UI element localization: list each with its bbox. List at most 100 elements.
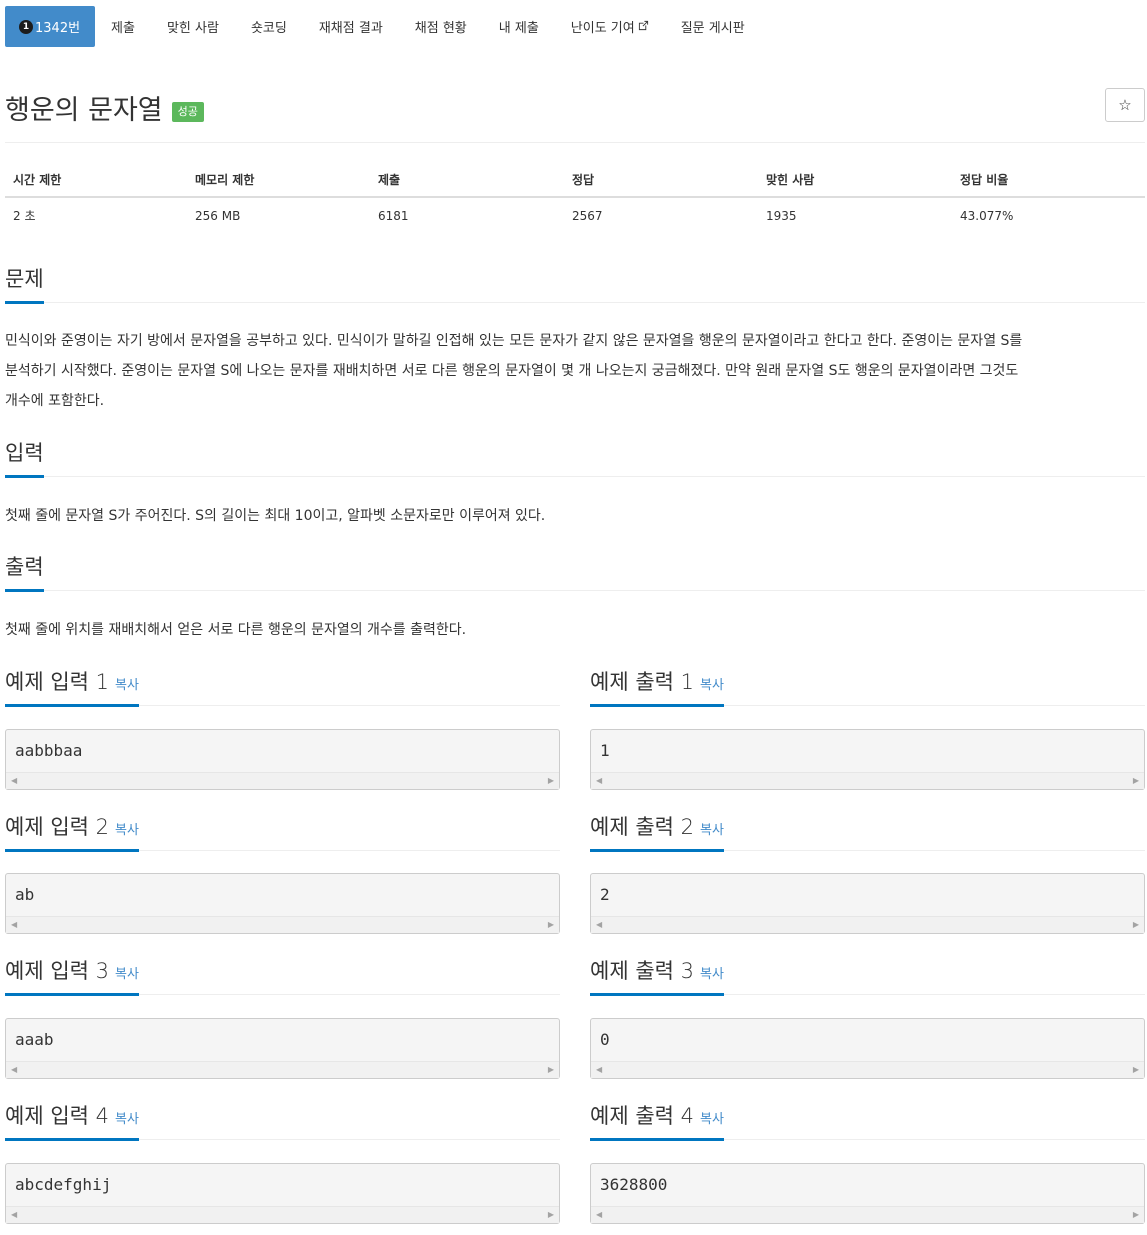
sample-output-box[interactable]: 2 ◀ ▶ (590, 873, 1145, 934)
problem-title: 행운의 문자열 (5, 95, 163, 126)
external-link-icon (638, 20, 649, 34)
sample-input-box[interactable]: ab ◀ ▶ (5, 873, 560, 934)
favorite-button[interactable]: ☆ (1105, 88, 1145, 122)
scroll-left-icon[interactable]: ◀ (596, 776, 602, 785)
horizontal-scrollbar[interactable]: ◀ ▶ (591, 1061, 1144, 1078)
tier-badge-icon: 1 (19, 19, 33, 34)
scroll-left-icon[interactable]: ◀ (596, 1210, 602, 1219)
description-line: 분석하기 시작했다. 준영이는 문자열 S에 나오는 문자를 재배치하면 서로 … (5, 363, 1019, 379)
page-title: 행운의 문자열 성공 (5, 88, 204, 127)
sample-output-title-text: 예제 출력 1 (590, 670, 694, 694)
info-value-row: 2 초 256 MB 6181 2567 1935 43.077% (5, 197, 1145, 233)
sample-output-value: 3628800 (600, 1175, 668, 1194)
tab-problem-label: 1342번 (35, 21, 81, 36)
sample-input-title: 예제 입력 4 복사 (5, 1100, 139, 1141)
input-heading: 입력 (5, 437, 1145, 478)
scroll-right-icon[interactable]: ▶ (548, 920, 554, 929)
title-divider (5, 142, 1145, 143)
tab-difficulty[interactable]: 난이도 기여 (555, 6, 665, 47)
output-title: 출력 (5, 551, 44, 592)
info-header-memory: 메모리 제한 (187, 162, 370, 198)
copy-button[interactable]: 복사 (700, 1112, 724, 1127)
copy-button[interactable]: 복사 (700, 967, 724, 982)
scroll-left-icon[interactable]: ◀ (11, 920, 17, 929)
sample-input-heading: 예제 입력 4 복사 (5, 1100, 560, 1141)
output-body: 첫째 줄에 위치를 재배치해서 얻은 서로 다른 행운의 문자열의 개수를 출력… (5, 622, 467, 638)
info-header-ratio: 정답 비율 (952, 162, 1145, 198)
info-solvers: 1935 (766, 208, 797, 223)
sample-output-title: 예제 출력 1 복사 (590, 666, 724, 707)
description-line: 민식이와 준영이는 자기 방에서 문자열을 공부하고 있다. 민식이가 말하길 … (5, 333, 1023, 349)
info-memory: 256 MB (195, 208, 241, 223)
sample-input-box[interactable]: abcdefghij ◀ ▶ (5, 1163, 560, 1224)
sample-output-title: 예제 출력 4 복사 (590, 1100, 724, 1141)
info-ratio: 43.077% (960, 208, 1014, 223)
sample-output-title-text: 예제 출력 4 (590, 1104, 694, 1128)
tab-board-label: 질문 게시판 (680, 21, 745, 36)
tab-solvers[interactable]: 맞힌 사람 (151, 6, 235, 47)
copy-button[interactable]: 복사 (115, 823, 139, 838)
star-icon: ☆ (1118, 96, 1132, 114)
sample-input-box[interactable]: aabbbaa ◀ ▶ (5, 729, 560, 790)
sample-input-title-text: 예제 입력 3 (5, 959, 109, 983)
horizontal-scrollbar[interactable]: ◀ ▶ (6, 1061, 559, 1078)
horizontal-scrollbar[interactable]: ◀ ▶ (6, 1206, 559, 1223)
problem-info-table: 시간 제한 메모리 제한 제출 정답 맞힌 사람 정답 비율 2 초 256 M… (5, 162, 1145, 233)
sample-output-box[interactable]: 3628800 ◀ ▶ (590, 1163, 1145, 1224)
scroll-right-icon[interactable]: ▶ (548, 776, 554, 785)
scroll-right-icon[interactable]: ▶ (1133, 920, 1139, 929)
sample-output-title: 예제 출력 2 복사 (590, 811, 724, 852)
horizontal-scrollbar[interactable]: ◀ ▶ (6, 916, 559, 933)
sample-output-box[interactable]: 0 ◀ ▶ (590, 1018, 1145, 1079)
horizontal-scrollbar[interactable]: ◀ ▶ (6, 772, 559, 789)
copy-button[interactable]: 복사 (115, 967, 139, 982)
scroll-left-icon[interactable]: ◀ (596, 920, 602, 929)
sample-output-title: 예제 출력 3 복사 (590, 955, 724, 996)
sample-input-heading: 예제 입력 1 복사 (5, 666, 560, 707)
horizontal-scrollbar[interactable]: ◀ ▶ (591, 772, 1144, 789)
tab-problem[interactable]: 1 1342번 (5, 6, 96, 47)
tab-my-submissions[interactable]: 내 제출 (483, 6, 555, 47)
tab-submit[interactable]: 제출 (95, 6, 151, 47)
horizontal-scrollbar[interactable]: ◀ ▶ (591, 916, 1144, 933)
info-header-accepted: 정답 (564, 162, 758, 198)
tab-my-submissions-label: 내 제출 (498, 21, 539, 36)
tab-short-coding[interactable]: 숏코딩 (235, 6, 303, 47)
info-header-submissions: 제출 (370, 162, 564, 198)
copy-button[interactable]: 복사 (115, 678, 139, 693)
horizontal-scrollbar[interactable]: ◀ ▶ (591, 1206, 1144, 1223)
tab-short-coding-label: 숏코딩 (250, 21, 287, 36)
scroll-right-icon[interactable]: ▶ (548, 1210, 554, 1219)
sample-input-box[interactable]: aaab ◀ ▶ (5, 1018, 560, 1079)
description-heading: 문제 (5, 263, 1145, 304)
tab-status[interactable]: 채점 현황 (399, 6, 483, 47)
tab-rejudge-label: 재채점 결과 (318, 21, 383, 36)
info-time: 2 초 (13, 209, 36, 223)
scroll-left-icon[interactable]: ◀ (11, 1065, 17, 1074)
description-line: 개수에 포함한다. (5, 393, 105, 409)
sample-output-value: 0 (600, 1030, 610, 1049)
status-badge: 성공 (171, 101, 204, 122)
sample-input-value: abcdefghij (15, 1175, 112, 1194)
tab-rejudge[interactable]: 재채점 결과 (303, 6, 399, 47)
copy-button[interactable]: 복사 (700, 823, 724, 838)
copy-button[interactable]: 복사 (115, 1112, 139, 1127)
sample-output-title-text: 예제 출력 3 (590, 959, 694, 983)
scroll-right-icon[interactable]: ▶ (1133, 1065, 1139, 1074)
tab-board[interactable]: 질문 게시판 (665, 6, 761, 47)
problem-nav: 1 1342번 제출 맞힌 사람 숏코딩 재채점 결과 채점 현황 내 제출 난… (5, 6, 761, 47)
info-submissions: 6181 (378, 208, 409, 223)
description-title: 문제 (5, 263, 44, 304)
sample-output-box[interactable]: 1 ◀ ▶ (590, 729, 1145, 790)
input-body: 첫째 줄에 문자열 S가 주어진다. S의 길이는 최대 10이고, 알파벳 소… (5, 508, 546, 524)
scroll-left-icon[interactable]: ◀ (596, 1065, 602, 1074)
scroll-left-icon[interactable]: ◀ (11, 1210, 17, 1219)
scroll-left-icon[interactable]: ◀ (11, 776, 17, 785)
scroll-right-icon[interactable]: ▶ (1133, 1210, 1139, 1219)
scroll-right-icon[interactable]: ▶ (1133, 776, 1139, 785)
sample-input-title: 예제 입력 1 복사 (5, 666, 139, 707)
copy-button[interactable]: 복사 (700, 678, 724, 693)
scroll-right-icon[interactable]: ▶ (548, 1065, 554, 1074)
output-heading: 출력 (5, 551, 1145, 592)
sample-output-heading: 예제 출력 3 복사 (590, 955, 1145, 996)
